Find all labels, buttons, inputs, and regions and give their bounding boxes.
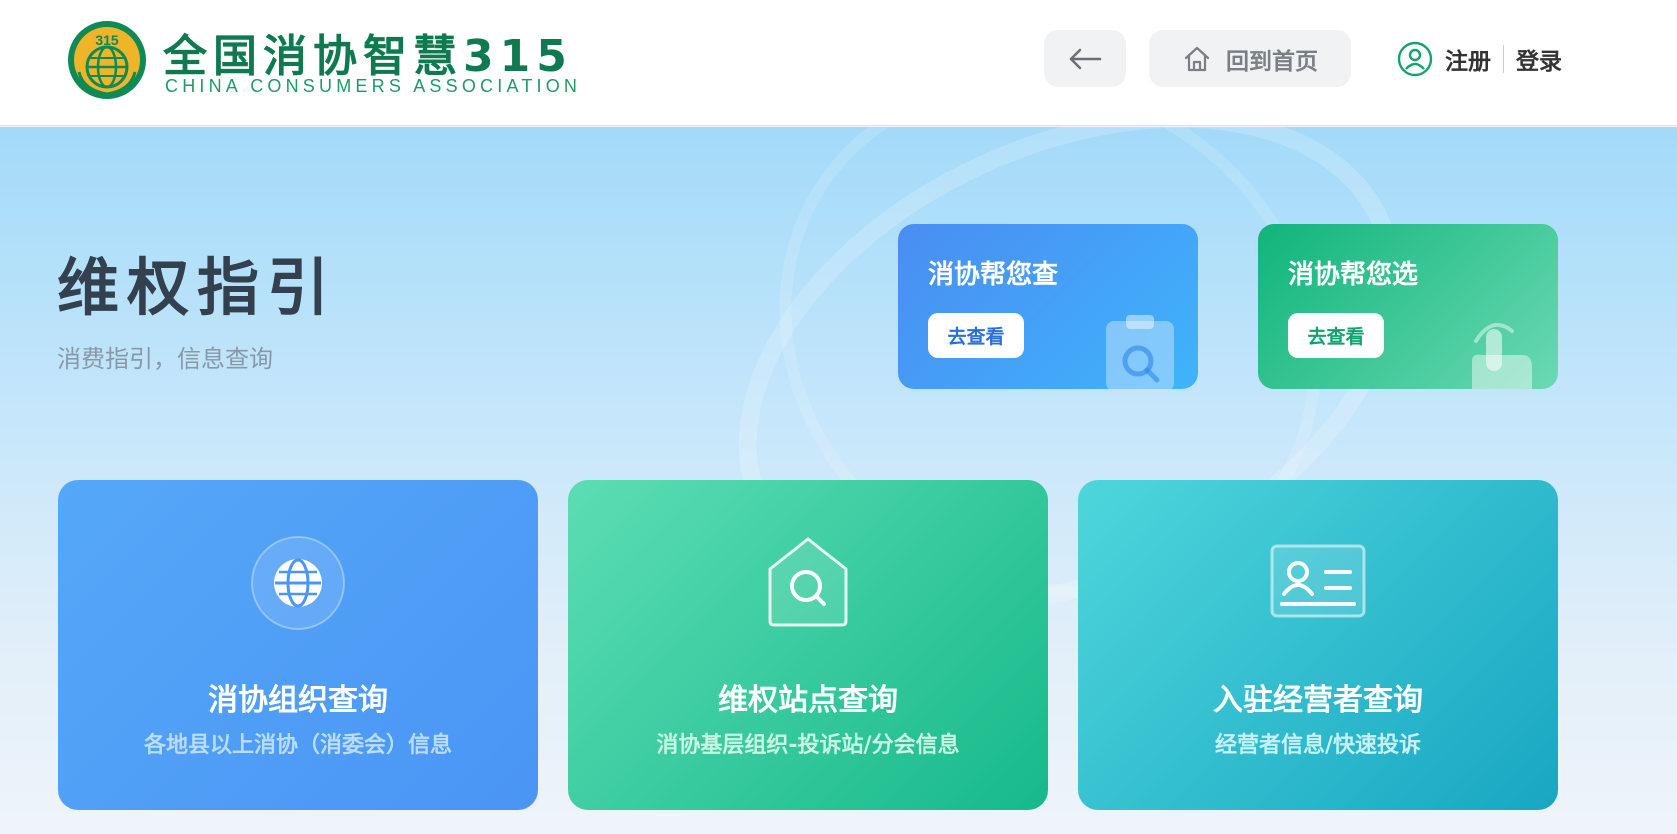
- hero-section: 维权指引 消费指引，信息查询 消协帮您查 去查看 消协帮您选 去查看 消协组织查…: [0, 127, 1677, 834]
- card-subtitle: 消协基层组织-投诉站/分会信息: [656, 733, 960, 758]
- register-link[interactable]: 注册: [1445, 42, 1491, 76]
- promo-title: 消协帮您查: [928, 260, 1059, 290]
- arrow-left-icon: [1069, 48, 1102, 69]
- card-subtitle: 各地县以上消协（消委会）信息: [143, 733, 452, 758]
- card-title: 消协组织查询: [208, 683, 388, 718]
- cca-emblem-logo[interactable]: 315: [67, 20, 147, 100]
- promo-title: 消协帮您选: [1288, 260, 1419, 290]
- user-auth-area: 注册 登录: [1397, 38, 1562, 80]
- pointing-hand-icon: [1472, 322, 1532, 389]
- promo-view-button[interactable]: 去查看: [1288, 313, 1384, 358]
- search-document-icon: [1106, 315, 1174, 389]
- globe-icon: [251, 536, 345, 630]
- user-circle-icon: [1397, 41, 1433, 77]
- card-title: 维权站点查询: [718, 683, 898, 718]
- divider: [1503, 45, 1504, 73]
- promo-card-check[interactable]: 消协帮您查 去查看: [898, 224, 1198, 389]
- logo-subtitle: CHINA CONSUMERS ASSOCIATION: [165, 76, 582, 96]
- home-icon: [1184, 46, 1210, 71]
- house-search-icon: [768, 537, 848, 627]
- svg-text:315: 315: [95, 32, 119, 48]
- card-title: 入驻经营者查询: [1213, 683, 1423, 718]
- home-button-label: 回到首页: [1226, 48, 1318, 75]
- card-consumer-org-query[interactable]: 消协组织查询 各地县以上消协（消委会）信息: [58, 480, 538, 810]
- login-link[interactable]: 登录: [1516, 42, 1562, 76]
- top-header: 315 全国消协智慧315 CHINA CONSUMERS ASSOCIATIO…: [0, 0, 1677, 126]
- promo-view-button[interactable]: 去查看: [928, 313, 1024, 358]
- id-card-icon: [1270, 544, 1366, 618]
- promo-card-choose[interactable]: 消协帮您选 去查看: [1258, 224, 1558, 389]
- card-rights-station-query[interactable]: 维权站点查询 消协基层组织-投诉站/分会信息: [568, 480, 1048, 810]
- home-button[interactable]: 回到首页: [1149, 30, 1351, 87]
- page-title: 维权指引: [57, 251, 338, 324]
- logo-title: 全国消协智慧315: [163, 31, 573, 82]
- back-button[interactable]: [1044, 30, 1126, 87]
- page-subtitle: 消费指引，信息查询: [57, 345, 273, 373]
- card-merchant-query[interactable]: 入驻经营者查询 经营者信息/快速投诉: [1078, 480, 1558, 810]
- card-subtitle: 经营者信息/快速投诉: [1214, 733, 1422, 758]
